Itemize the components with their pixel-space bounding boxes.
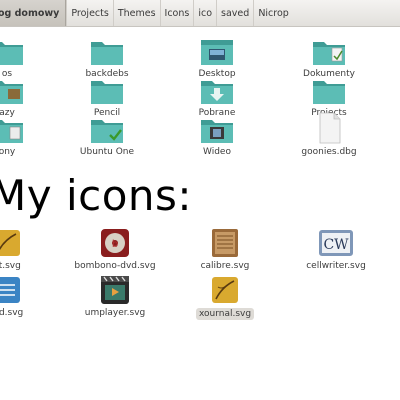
folder-documents-icon: [313, 42, 345, 65]
folder-item[interactable]: Pencil: [55, 77, 159, 118]
cellwriter-icon: CW: [319, 230, 353, 256]
notepad-icon: [0, 230, 20, 256]
svg-file-item[interactable]: umplayer.svg: [63, 275, 167, 318]
breadcrumb-home[interactable]: og domowy: [0, 0, 67, 26]
svg-file-item[interactable]: CW cellwriter.svg: [284, 228, 388, 271]
file-label: umplayer.svg: [84, 308, 146, 318]
folder-item[interactable]: Ubuntu One: [55, 116, 159, 157]
folder-item[interactable]: Desktop: [165, 38, 269, 79]
breadcrumb-projects[interactable]: Projects: [66, 0, 112, 26]
ubuntu-one-folder-icon: [91, 120, 123, 143]
folder-icon: [0, 120, 23, 143]
folder-item[interactable]: Pobrane: [165, 77, 269, 118]
folder-item[interactable]: azy: [0, 77, 59, 118]
bombono-dvd-icon: b: [101, 229, 129, 257]
desktop-folder-icon: [201, 40, 233, 65]
folder-download-icon: [201, 81, 233, 104]
breadcrumb-icons[interactable]: Icons: [159, 0, 194, 26]
folder-label: Ubuntu One: [79, 147, 135, 157]
file-label: calibre.svg: [200, 261, 250, 271]
breadcrumb: og domowy Projects Themes Icons ico save…: [0, 0, 400, 27]
file-label: goonies.dbg: [301, 147, 357, 157]
folder-video-icon: [201, 120, 233, 143]
text-file-icon: [319, 112, 341, 144]
svg-text:CW: CW: [323, 237, 349, 253]
folder-item[interactable]: Dokumenty: [277, 38, 381, 79]
breadcrumb-ico[interactable]: ico: [193, 0, 216, 26]
breadcrumb-nicrop[interactable]: Nicrop: [253, 0, 293, 26]
breadcrumb-themes[interactable]: Themes: [112, 0, 160, 26]
folder-documents-icon: [0, 42, 23, 65]
svg-file-item[interactable]: calibre.svg: [173, 228, 277, 271]
folder-item[interactable]: ony: [0, 116, 59, 157]
folder-label: Wideo: [203, 147, 231, 157]
calibre-icon: [212, 229, 238, 257]
folder-item[interactable]: Wideo: [165, 116, 269, 157]
folder-item[interactable]: os: [0, 38, 59, 79]
file-label: ind.svg: [0, 308, 24, 318]
file-label-selected: xournal.svg: [195, 308, 255, 320]
page-heading: My icons:: [0, 171, 193, 220]
file-item[interactable]: goonies.dbg: [277, 112, 381, 157]
file-label: cellwriter.svg: [306, 261, 366, 271]
svg-file-item[interactable]: et.svg: [0, 228, 59, 271]
file-label: bombono-dvd.svg: [74, 261, 156, 271]
breadcrumb-saved[interactable]: saved: [216, 0, 253, 26]
folder-icon: [91, 81, 123, 104]
folder-icon: [313, 81, 345, 104]
network-icon: [0, 277, 20, 303]
folder-icon: [91, 42, 123, 65]
folder-label: ony: [0, 147, 16, 157]
svg-text:b: b: [112, 239, 118, 250]
file-label: et.svg: [0, 261, 21, 271]
folder-item[interactable]: backdebs: [55, 38, 159, 79]
svg-file-item[interactable]: ind.svg: [0, 275, 59, 318]
xournal-icon: [212, 277, 238, 303]
umplayer-icon: [101, 276, 129, 304]
svg-file-item[interactable]: b bombono-dvd.svg: [63, 228, 167, 271]
svg-file-item[interactable]: xournal.svg: [173, 275, 277, 320]
folder-pictures-icon: [0, 81, 23, 104]
